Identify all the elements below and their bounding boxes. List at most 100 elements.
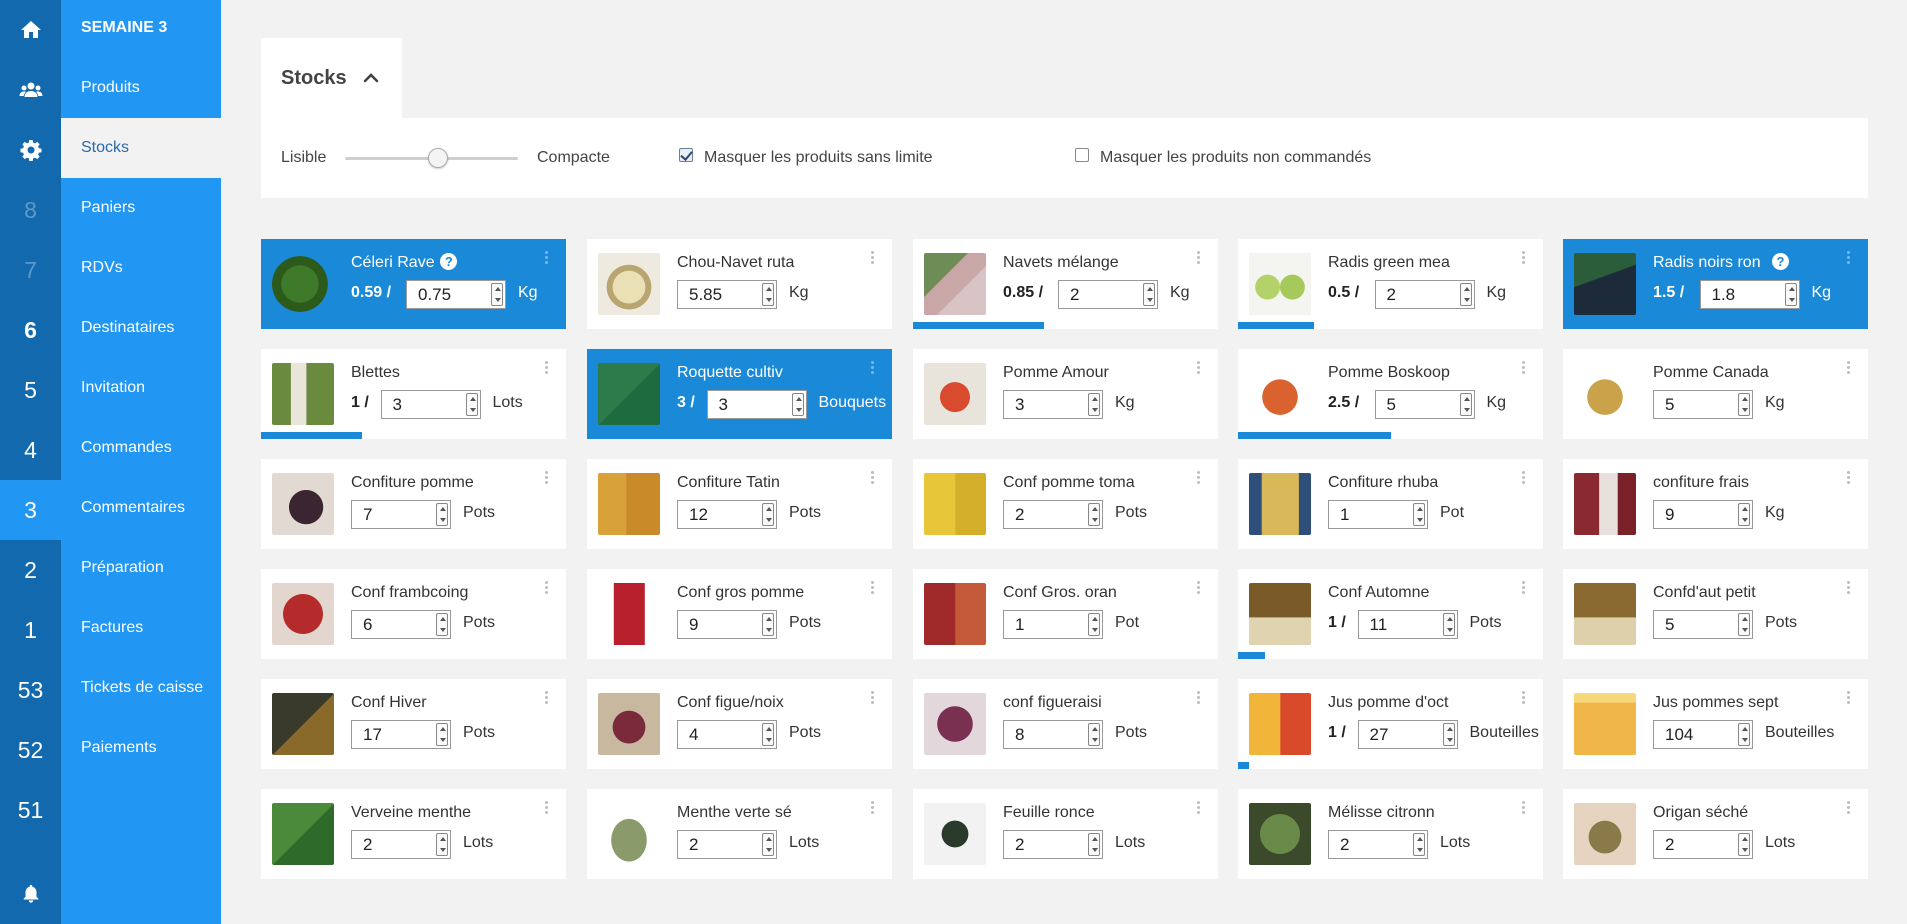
stock-limit-input[interactable]: 17 bbox=[351, 720, 451, 749]
more-options-icon[interactable] bbox=[1197, 251, 1201, 265]
product-card[interactable]: Confd'aut petit 5 Pots bbox=[1563, 569, 1868, 659]
stock-limit-input[interactable]: 5 bbox=[1653, 390, 1753, 419]
hide-unlimited-label[interactable]: Masquer les produits sans limite bbox=[704, 149, 933, 167]
stock-limit-input[interactable]: 2 bbox=[1374, 280, 1475, 309]
nav-item-stocks[interactable]: Stocks bbox=[61, 118, 221, 178]
product-card[interactable]: Pomme Canada 5 Kg bbox=[1563, 349, 1868, 439]
stock-limit-input[interactable]: 2 bbox=[1653, 830, 1753, 859]
rail-week-51[interactable]: 51 bbox=[0, 780, 61, 840]
stock-limit-input[interactable]: 2 bbox=[677, 830, 777, 859]
more-options-icon[interactable] bbox=[871, 691, 875, 705]
hide-unordered-checkbox[interactable] bbox=[1075, 148, 1089, 162]
rail-week-7[interactable]: 7 bbox=[0, 240, 61, 300]
more-options-icon[interactable] bbox=[1522, 691, 1526, 705]
product-card[interactable]: Feuille ronce 2 Lots bbox=[913, 789, 1218, 879]
more-options-icon[interactable] bbox=[1197, 691, 1201, 705]
more-options-icon[interactable] bbox=[871, 801, 875, 815]
product-card[interactable]: Jus pommes sept 104 Bouteilles bbox=[1563, 679, 1868, 769]
product-card[interactable]: Pomme Boskoop 2.5 / 5 Kg bbox=[1238, 349, 1543, 439]
rail-week-53[interactable]: 53 bbox=[0, 660, 61, 720]
stock-limit-input[interactable]: 3 bbox=[1003, 390, 1103, 419]
nav-item-preparation[interactable]: Préparation bbox=[61, 538, 221, 598]
stepper-arrows-icon[interactable] bbox=[762, 613, 774, 636]
rail-week-1[interactable]: 1 bbox=[0, 600, 61, 660]
more-options-icon[interactable] bbox=[1522, 581, 1526, 595]
stock-limit-input[interactable]: 5.85 bbox=[677, 280, 777, 309]
stepper-arrows-icon[interactable] bbox=[1413, 833, 1425, 856]
more-options-icon[interactable] bbox=[1847, 251, 1851, 265]
more-options-icon[interactable] bbox=[545, 361, 549, 375]
more-options-icon[interactable] bbox=[871, 361, 875, 375]
stepper-arrows-icon[interactable] bbox=[1088, 723, 1100, 746]
more-options-icon[interactable] bbox=[1197, 801, 1201, 815]
rail-week-5[interactable]: 5 bbox=[0, 360, 61, 420]
stepper-arrows-icon[interactable] bbox=[1442, 613, 1455, 636]
product-card[interactable]: Chou-Navet ruta 5.85 Kg bbox=[587, 239, 892, 329]
stock-limit-input[interactable]: 2 bbox=[1003, 830, 1103, 859]
rail-week-6[interactable]: 6 bbox=[0, 300, 61, 360]
stepper-arrows-icon[interactable] bbox=[1784, 283, 1797, 306]
stock-limit-input[interactable]: 5 bbox=[1653, 610, 1753, 639]
more-options-icon[interactable] bbox=[1522, 361, 1526, 375]
stepper-arrows-icon[interactable] bbox=[1738, 833, 1750, 856]
product-card[interactable]: conf figueraisi 8 Pots bbox=[913, 679, 1218, 769]
more-options-icon[interactable] bbox=[1847, 471, 1851, 485]
stock-limit-input[interactable]: 1 bbox=[1003, 610, 1103, 639]
nav-item-paiements[interactable]: Paiements bbox=[61, 718, 221, 778]
stepper-arrows-icon[interactable] bbox=[762, 283, 774, 306]
more-options-icon[interactable] bbox=[871, 471, 875, 485]
more-options-icon[interactable] bbox=[1847, 361, 1851, 375]
more-options-icon[interactable] bbox=[1522, 471, 1526, 485]
stock-limit-input[interactable]: 8 bbox=[1003, 720, 1103, 749]
stepper-arrows-icon[interactable] bbox=[1413, 503, 1425, 526]
rail-week-4[interactable]: 4 bbox=[0, 420, 61, 480]
more-options-icon[interactable] bbox=[1847, 691, 1851, 705]
gear-icon[interactable] bbox=[0, 120, 61, 180]
more-options-icon[interactable] bbox=[1847, 581, 1851, 595]
hide-unordered-label[interactable]: Masquer les produits non commandés bbox=[1100, 149, 1371, 167]
users-icon[interactable] bbox=[0, 60, 61, 120]
nav-item-destinataires[interactable]: Destinataires bbox=[61, 298, 221, 358]
more-options-icon[interactable] bbox=[1847, 801, 1851, 815]
product-card[interactable]: Navets mélange 0.85 / 2 Kg bbox=[913, 239, 1218, 329]
stock-limit-input[interactable]: 6 bbox=[351, 610, 451, 639]
stock-limit-input[interactable]: 3 bbox=[380, 390, 481, 419]
stepper-arrows-icon[interactable] bbox=[491, 283, 503, 306]
more-options-icon[interactable] bbox=[871, 581, 875, 595]
stock-limit-input[interactable]: 0.75 bbox=[406, 280, 506, 309]
stocks-section-toggle[interactable]: Stocks bbox=[261, 38, 402, 118]
stepper-arrows-icon[interactable] bbox=[1738, 723, 1750, 746]
more-options-icon[interactable] bbox=[1522, 801, 1526, 815]
stepper-arrows-icon[interactable] bbox=[436, 613, 448, 636]
stock-limit-input[interactable]: 12 bbox=[677, 500, 777, 529]
stepper-arrows-icon[interactable] bbox=[436, 503, 448, 526]
stepper-arrows-icon[interactable] bbox=[762, 503, 774, 526]
product-card[interactable]: Confiture rhuba 1 Pot bbox=[1238, 459, 1543, 549]
more-options-icon[interactable] bbox=[545, 691, 549, 705]
product-card[interactable]: Conf gros pomme 9 Pots bbox=[587, 569, 892, 659]
more-options-icon[interactable] bbox=[545, 251, 549, 265]
stock-limit-input[interactable]: 5 bbox=[1374, 390, 1475, 419]
product-card[interactable]: Conf Automne 1 / 11 Pots bbox=[1238, 569, 1543, 659]
stock-limit-input[interactable]: 104 bbox=[1653, 720, 1753, 749]
product-card[interactable]: Radis green mea 0.5 / 2 Kg bbox=[1238, 239, 1543, 329]
stock-limit-input[interactable]: 11 bbox=[1357, 610, 1458, 639]
stock-limit-input[interactable]: 2 bbox=[1328, 830, 1428, 859]
stepper-arrows-icon[interactable] bbox=[465, 393, 478, 416]
more-options-icon[interactable] bbox=[1197, 471, 1201, 485]
product-card[interactable]: Menthe verte sé 2 Lots bbox=[587, 789, 892, 879]
product-card[interactable]: Roquette cultiv 3 / 3 Bouquets bbox=[587, 349, 892, 439]
nav-item-commandes[interactable]: Commandes bbox=[61, 418, 221, 478]
nav-item-commentaires[interactable]: Commentaires bbox=[61, 478, 221, 538]
home-icon[interactable] bbox=[0, 0, 61, 60]
stepper-arrows-icon[interactable] bbox=[1088, 503, 1100, 526]
product-card[interactable]: Confiture Tatin 12 Pots bbox=[587, 459, 892, 549]
more-options-icon[interactable] bbox=[1197, 361, 1201, 375]
stock-limit-input[interactable]: 2 bbox=[1003, 500, 1103, 529]
stepper-arrows-icon[interactable] bbox=[1738, 393, 1750, 416]
stepper-arrows-icon[interactable] bbox=[791, 393, 804, 416]
rail-week-2[interactable]: 2 bbox=[0, 540, 61, 600]
more-options-icon[interactable] bbox=[545, 471, 549, 485]
stock-limit-input[interactable]: 2 bbox=[1058, 280, 1158, 309]
stepper-arrows-icon[interactable] bbox=[1442, 723, 1455, 746]
